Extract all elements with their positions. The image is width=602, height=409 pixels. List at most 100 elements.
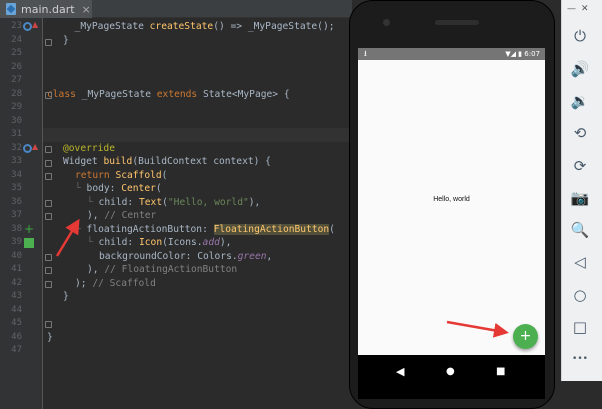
fold-marker-icon[interactable] bbox=[45, 200, 52, 207]
line-number: 38 bbox=[11, 223, 22, 234]
emulator-screen[interactable]: ⭳ ▼◢ ▮ 6:07 Hello, world + ◀ ● ■ bbox=[358, 48, 545, 399]
fold-marker-icon[interactable] bbox=[45, 39, 52, 46]
code-line: 37 ), // Center bbox=[11, 209, 352, 223]
line-number: 44 bbox=[11, 304, 22, 315]
download-icon: ⭳ bbox=[364, 49, 367, 58]
floating-action-button[interactable]: + bbox=[513, 324, 538, 349]
run-target-icon[interactable] bbox=[23, 144, 32, 153]
code-line: 34 return Scaffold( bbox=[11, 169, 352, 183]
close-button[interactable]: ✕ bbox=[581, 4, 589, 14]
override-arrow-icon[interactable]: ▲ bbox=[32, 142, 38, 151]
code-line: 28 class _MyPageState extends State<MyPa… bbox=[11, 88, 352, 102]
line-number: 37 bbox=[11, 210, 22, 220]
code-text: } bbox=[47, 331, 53, 343]
code-line: 29 bbox=[11, 101, 352, 115]
code-text: └ body: Center( bbox=[75, 183, 162, 194]
code-line: 32 @override bbox=[11, 142, 352, 156]
power-icon[interactable]: ⏻ bbox=[570, 26, 590, 46]
override-arrow-icon[interactable]: ▲ bbox=[32, 20, 38, 29]
home-icon[interactable]: ○ bbox=[570, 285, 590, 305]
line-number: 46 bbox=[11, 331, 22, 342]
nav-recents-button[interactable]: ■ bbox=[496, 366, 505, 377]
code-line: 39 └ child: Icon(Icons.add), bbox=[11, 236, 352, 250]
run-target-icon[interactable] bbox=[23, 22, 32, 31]
line-number: 23 bbox=[11, 21, 22, 31]
code-line: 41 ), // FloatingActionButton bbox=[11, 263, 352, 277]
nav-back-button[interactable]: ◀ bbox=[396, 365, 404, 378]
android-nav-bar: ◀ ● ■ bbox=[358, 355, 545, 399]
line-number: 34 bbox=[11, 169, 22, 180]
hello-text: Hello, world bbox=[433, 196, 470, 203]
camera-icon[interactable]: 📷 bbox=[570, 188, 590, 208]
code-line: 23 _MyPageState createState() => _MyPage… bbox=[11, 20, 352, 34]
tab-main-dart[interactable]: main.dart × bbox=[0, 0, 92, 18]
status-time: ▼◢ ▮ 6:07 bbox=[505, 50, 540, 58]
line-number: 24 bbox=[11, 34, 22, 45]
line-number: 30 bbox=[11, 115, 22, 126]
tab-close-icon[interactable]: × bbox=[82, 3, 91, 16]
status-bar: ⭳ ▼◢ ▮ 6:07 bbox=[358, 48, 545, 60]
fold-marker-icon[interactable] bbox=[45, 146, 52, 153]
front-camera bbox=[383, 19, 390, 26]
rotate-left-icon[interactable]: ⟲ bbox=[570, 123, 590, 143]
code-text: Widget build(BuildContext context) { bbox=[63, 156, 271, 167]
line-number: 42 bbox=[11, 277, 22, 288]
code-text: } bbox=[63, 34, 69, 46]
code-editor: main.dart × 23 _MyPageState createState(… bbox=[0, 0, 352, 409]
minimize-button[interactable]: — bbox=[567, 4, 576, 14]
code-line: 42 ); // Scaffold bbox=[11, 277, 352, 291]
code-area[interactable]: 23 _MyPageState createState() => _MyPage… bbox=[11, 18, 352, 409]
line-number: 28 bbox=[11, 88, 22, 99]
code-line: 33 Widget build(BuildContext context) { bbox=[11, 155, 352, 169]
dart-file-icon bbox=[6, 3, 16, 15]
rotate-right-icon[interactable]: ⟳ bbox=[570, 156, 590, 176]
fold-marker-icon[interactable] bbox=[45, 321, 52, 328]
code-line: 25 bbox=[11, 47, 352, 61]
fold-marker-icon[interactable] bbox=[45, 160, 52, 167]
code-text: └ floatingActionButton: FloatingActionBu… bbox=[75, 223, 335, 235]
fold-marker-icon[interactable] bbox=[45, 254, 52, 261]
code-line: 36 └ child: Text("Hello, world"), bbox=[11, 196, 352, 210]
color-swatch-icon[interactable] bbox=[24, 238, 34, 248]
line-number: 32 bbox=[11, 142, 22, 153]
code-line: 30 bbox=[11, 115, 352, 129]
back-icon[interactable]: ◁ bbox=[570, 252, 590, 272]
nav-home-button[interactable]: ● bbox=[446, 366, 455, 377]
overview-icon[interactable]: □ bbox=[570, 317, 590, 337]
volume-down-icon[interactable]: 🔉 bbox=[570, 91, 590, 111]
line-number: 47 bbox=[11, 345, 22, 355]
code-line: 44 bbox=[11, 304, 352, 318]
line-number: 27 bbox=[11, 75, 22, 85]
code-text: └ child: Text("Hello, world"), bbox=[87, 196, 261, 208]
fold-marker-icon[interactable] bbox=[45, 173, 52, 180]
code-text: ), // FloatingActionButton bbox=[87, 264, 238, 275]
add-icon: + bbox=[24, 222, 35, 236]
code-line: 24 } bbox=[11, 34, 352, 48]
code-text: └ child: Icon(Icons.add), bbox=[87, 237, 232, 248]
line-number: 29 bbox=[11, 102, 22, 112]
zoom-icon[interactable]: 🔍 bbox=[570, 220, 590, 240]
fold-marker-icon[interactable] bbox=[45, 281, 52, 288]
code-line: 40 backgroundColor: Colors.green, bbox=[11, 250, 352, 264]
code-text: backgroundColor: Colors.green, bbox=[99, 250, 273, 262]
code-line: 43 } bbox=[11, 290, 352, 304]
fold-marker-icon[interactable] bbox=[45, 267, 52, 274]
volume-up-icon[interactable]: 🔊 bbox=[570, 59, 590, 79]
line-number: 36 bbox=[11, 196, 22, 207]
code-line: 27 bbox=[11, 74, 352, 88]
code-text: } bbox=[63, 291, 69, 302]
fold-marker-icon[interactable] bbox=[45, 213, 52, 220]
status-clock: 6:07 bbox=[524, 50, 540, 58]
code-line-current: 31 bbox=[11, 128, 352, 142]
code-text: return Scaffold( bbox=[75, 169, 168, 181]
more-icon[interactable]: ••• bbox=[570, 349, 590, 369]
line-number: 45 bbox=[11, 318, 22, 328]
code-text: ); // Scaffold bbox=[75, 277, 156, 289]
code-text: @override bbox=[63, 142, 115, 154]
line-number: 39 bbox=[11, 237, 22, 247]
fold-marker-icon[interactable] bbox=[45, 92, 52, 99]
line-number: 25 bbox=[11, 48, 22, 58]
code-line: 35 └ body: Center( bbox=[11, 182, 352, 196]
code-text: _MyPageState createState() => _MyPageSta… bbox=[74, 21, 335, 32]
code-line: 45 bbox=[11, 317, 352, 331]
